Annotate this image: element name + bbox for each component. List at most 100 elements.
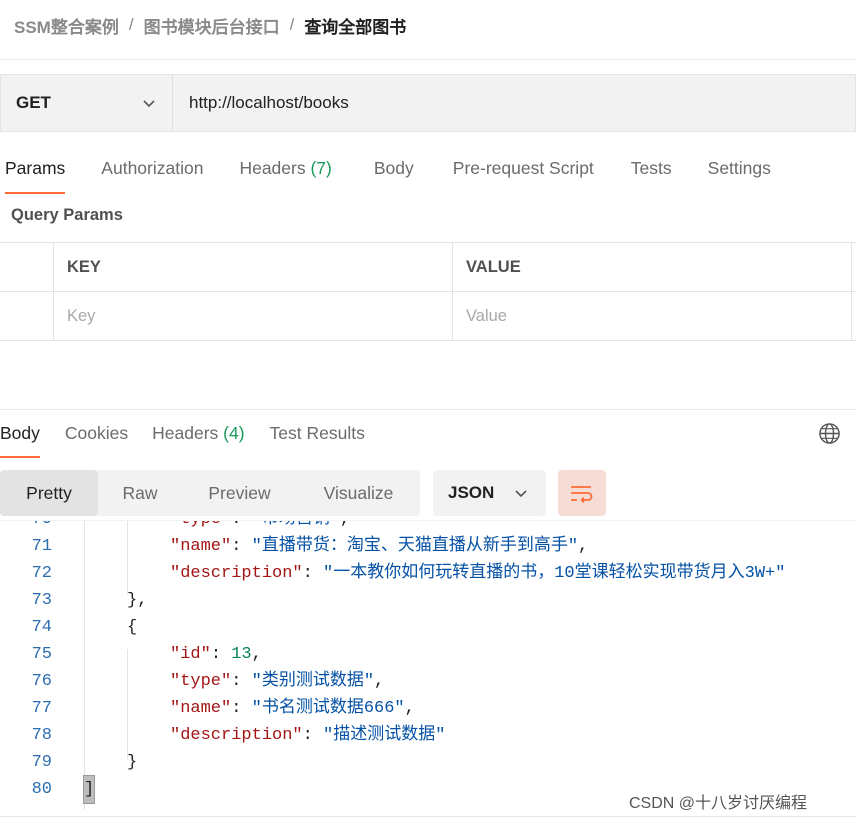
- tab-pre-request-script[interactable]: Pre-request Script: [453, 152, 594, 194]
- params-row: [0, 292, 856, 341]
- json-key: "name": [170, 537, 232, 556]
- code-text: }: [127, 749, 137, 776]
- line-number: 76: [31, 672, 52, 691]
- globe-icon[interactable]: [818, 422, 841, 445]
- value-input[interactable]: [466, 306, 851, 326]
- json-string: "市场营销": [252, 521, 340, 529]
- line-number: 80: [31, 780, 52, 799]
- response-tab-cookies[interactable]: Cookies: [65, 418, 128, 458]
- json-string: "书名测试数据666": [251, 699, 405, 718]
- line-number: 77: [31, 699, 52, 718]
- params-table: KEY VALUE: [0, 242, 856, 341]
- chevron-down-icon: [143, 100, 155, 108]
- value-column-header: VALUE: [453, 243, 852, 291]
- line-number: 74: [31, 618, 52, 637]
- json-punctuation: ,: [578, 537, 589, 556]
- json-punctuation: }: [127, 753, 138, 772]
- breadcrumb-item-folder[interactable]: 图书模块后台接口: [144, 13, 280, 38]
- query-params-title: Query Params: [11, 206, 123, 224]
- response-divider: [0, 409, 856, 410]
- tab-label: Test Results: [269, 423, 365, 443]
- json-key: "type": [170, 521, 231, 529]
- code-line: 70 "type": "市场营销",: [0, 521, 856, 533]
- line-number: 71: [31, 537, 52, 556]
- line-number: 75: [31, 645, 52, 664]
- json-punctuation: :: [231, 672, 252, 691]
- tab-label: Authorization: [101, 158, 204, 178]
- divider: [0, 59, 856, 60]
- json-punctuation: :: [231, 699, 252, 718]
- request-tabs: Params Authorization Headers (7) Body Pr…: [0, 152, 771, 194]
- json-punctuation: :: [231, 521, 251, 529]
- response-tab-test-results[interactable]: Test Results: [270, 418, 365, 458]
- breadcrumb: SSM整合案例 / 图书模块后台接口 / 查询全部图书: [14, 12, 406, 38]
- key-input[interactable]: [67, 306, 452, 326]
- json-punctuation: :: [210, 645, 232, 664]
- breadcrumb-separator: /: [128, 15, 134, 34]
- format-label: JSON: [448, 483, 495, 502]
- breadcrumb-item-collection[interactable]: SSM整合案例: [14, 13, 119, 38]
- response-toolbar: Pretty Raw Preview Visualize JSON: [0, 470, 856, 518]
- checkbox-column-header: [0, 243, 54, 291]
- watermark: CSDN @十八岁讨厌编程: [629, 795, 808, 812]
- json-key: "description": [170, 726, 303, 745]
- breadcrumb-separator: /: [289, 15, 295, 34]
- code-text: "name": "直播带货：淘宝、天猫直播从新手到高手",: [170, 533, 588, 560]
- tab-authorization[interactable]: Authorization: [101, 152, 203, 194]
- key-column-header: KEY: [54, 243, 453, 291]
- response-tab-headers[interactable]: Headers (4): [152, 418, 244, 458]
- tab-label: Headers: [239, 158, 306, 178]
- view-preview-button[interactable]: Preview: [182, 470, 297, 516]
- view-pretty-button[interactable]: Pretty: [0, 470, 98, 516]
- row-checkbox-cell: [0, 292, 54, 340]
- code-line: 74 {: [0, 614, 856, 641]
- response-headers-count: (4): [223, 423, 245, 443]
- code-line: 76 "type": "类别测试数据",: [0, 668, 856, 695]
- line-number: 70: [0, 521, 52, 533]
- params-header-row: KEY VALUE: [0, 243, 856, 292]
- json-punctuation: :: [302, 726, 324, 745]
- code-text: "type": "类别测试数据",: [170, 668, 384, 695]
- tab-tests[interactable]: Tests: [631, 152, 672, 194]
- tab-headers[interactable]: Headers (7): [239, 152, 331, 194]
- json-key: "type": [170, 672, 232, 691]
- code-text: {: [127, 614, 137, 641]
- tab-params[interactable]: Params: [5, 152, 66, 194]
- json-punctuation: ,: [374, 672, 385, 691]
- method-label: GET: [16, 93, 51, 112]
- tab-label: Pre-request Script: [452, 158, 594, 178]
- headers-count: (7): [310, 158, 332, 178]
- tab-settings[interactable]: Settings: [708, 152, 771, 194]
- wrap-lines-button[interactable]: [558, 470, 606, 516]
- json-key: "name": [170, 699, 232, 718]
- request-name[interactable]: 查询全部图书: [304, 13, 406, 38]
- code-text: ]: [82, 775, 96, 804]
- json-string: "类别测试数据": [251, 672, 375, 691]
- json-punctuation: :: [231, 537, 252, 556]
- tab-body[interactable]: Body: [374, 152, 414, 194]
- line-number: 79: [31, 753, 52, 772]
- line-number: 78: [31, 726, 52, 745]
- divider: [0, 816, 856, 817]
- code-line: 78 "description": "描述测试数据": [0, 722, 856, 749]
- code-text: "type": "市场营销",: [170, 521, 350, 533]
- code-line: 75 "id": 13,: [0, 641, 856, 668]
- view-raw-button[interactable]: Raw: [98, 470, 182, 516]
- code-line: 73},: [0, 587, 856, 614]
- format-select[interactable]: JSON: [433, 470, 546, 516]
- response-tabs: Body Cookies Headers (4) Test Results: [0, 418, 365, 458]
- json-string: "一本教你如何玩转直播的书，10堂课轻松实现带货月入3W+": [323, 564, 786, 583]
- tab-label: Cookies: [64, 423, 129, 443]
- json-punctuation: ,: [340, 521, 350, 529]
- response-body-viewer[interactable]: 70 "type": "市场营销", 71 "name": "直播带货：淘宝、天猫直播…: [0, 520, 856, 810]
- json-string: "直播带货：淘宝、天猫直播从新手到高手": [251, 537, 579, 556]
- bracket-match: ]: [82, 775, 96, 804]
- method-select[interactable]: GET: [1, 75, 173, 131]
- json-punctuation: },: [127, 591, 148, 610]
- url-input[interactable]: [173, 75, 855, 131]
- response-tab-body[interactable]: Body: [0, 418, 40, 458]
- json-punctuation: {: [127, 618, 138, 637]
- view-visualize-button[interactable]: Visualize: [297, 470, 420, 516]
- code-line: 79}: [0, 749, 856, 776]
- code-line: 71 "name": "直播带货：淘宝、天猫直播从新手到高手",: [0, 533, 856, 560]
